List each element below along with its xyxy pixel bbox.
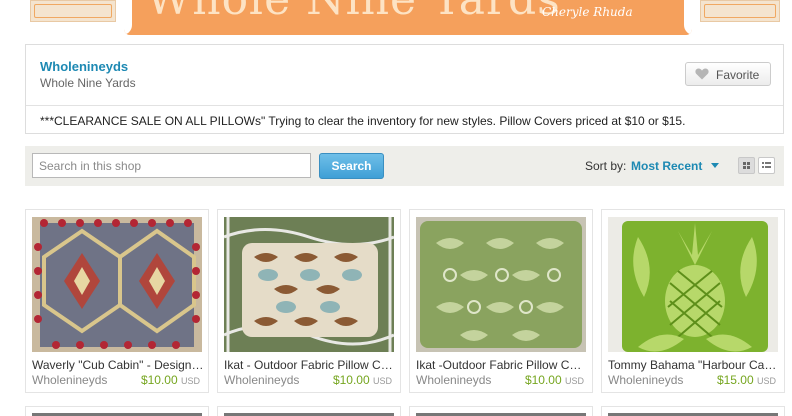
listing-card-partial[interactable] [601,406,785,416]
shop-banner: Whole Nine Yards Cheryle Rhuda [0,0,792,38]
price-currency: USD [372,376,392,386]
price-currency: USD [564,376,584,386]
favorite-button[interactable]: Favorite [685,62,771,86]
sort-label: Sort by: [585,159,627,173]
listing-card-partial[interactable] [409,406,593,416]
listing-image[interactable] [32,217,202,352]
search-input[interactable] [32,153,311,178]
listing-card[interactable]: Ikat -Outdoor Fabric Pillow Cover Wholen… [409,209,593,393]
listing-image[interactable] [416,217,586,352]
shop-title: Whole Nine Yards [40,76,136,90]
listing-shop[interactable]: Wholenineyds [32,373,107,387]
listing-title[interactable]: Ikat -Outdoor Fabric Pillow Cover [416,358,588,372]
heart-icon [695,68,709,80]
listing-price: $10.00 USD [525,373,584,387]
listing-shop[interactable]: Wholenineyds [416,373,491,387]
listing-card[interactable]: Waverly "Cub Cabin" - Designer Pillow Co… [25,209,209,393]
listing-title[interactable]: Waverly "Cub Cabin" - Designer Pillow Co… [32,358,204,372]
list-view-icon[interactable] [758,157,775,174]
listing-title[interactable]: Ikat - Outdoor Fabric Pillow Cover [224,358,396,372]
price-value: $10.00 [524,373,562,387]
divider [26,105,783,106]
shop-announcement: ***CLEARANCE SALE ON ALL PILLOWs" Trying… [40,114,686,128]
listing-card[interactable]: Tommy Bahama "Harbour Cay" Pillow Cover … [601,209,785,393]
price-value: $10.00 [140,373,178,387]
shop-info-box: Wholenineyds Whole Nine Yards Favorite *… [25,44,784,134]
listing-card-partial[interactable] [217,406,401,416]
banner-subtitle: Cheryle Rhuda [542,5,633,19]
listing-price: $10.00 USD [333,373,392,387]
sort-dropdown[interactable]: Most Recent [631,159,702,173]
listing-card-partial[interactable] [25,406,209,416]
price-value: $15.00 [716,373,754,387]
shop-search-bar: Search Sort by: Most Recent [25,146,784,186]
banner-lattice-right [700,0,780,22]
price-currency: USD [180,376,200,386]
listing-shop[interactable]: Wholenineyds [608,373,683,387]
favorite-label: Favorite [716,68,760,82]
price-currency: USD [756,376,776,386]
listing-price: $15.00 USD [717,373,776,387]
banner-lattice-left [30,0,116,22]
shop-name-link[interactable]: Wholenineyds [40,59,128,74]
chevron-down-icon[interactable] [711,163,719,168]
listing-price: $10.00 USD [141,373,200,387]
banner-title: Whole Nine Yards [146,0,561,25]
grid-view-icon[interactable] [738,157,755,174]
listing-card[interactable]: Ikat - Outdoor Fabric Pillow Cover Whole… [217,209,401,393]
listing-title[interactable]: Tommy Bahama "Harbour Cay" Pillow Cover [608,358,780,372]
search-button[interactable]: Search [319,153,384,179]
listing-shop[interactable]: Wholenineyds [224,373,299,387]
banner-center: Whole Nine Yards Cheryle Rhuda [124,0,692,35]
listing-image[interactable] [608,217,778,352]
price-value: $10.00 [332,373,370,387]
listing-image[interactable] [224,217,394,352]
